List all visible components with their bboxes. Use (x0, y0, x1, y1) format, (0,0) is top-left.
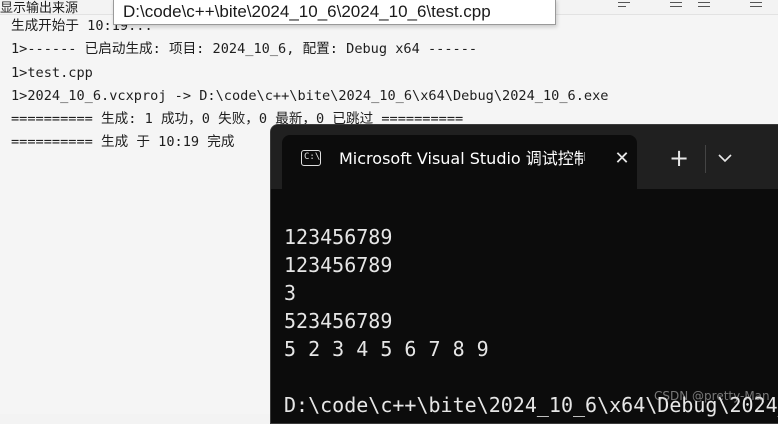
terminal-icon: C:\ (301, 150, 321, 166)
new-tab-button[interactable]: + (668, 146, 690, 170)
terminal-line: 523456789 (284, 309, 393, 333)
chevron-down-icon[interactable] (713, 147, 737, 169)
file-path-tooltip: D:\code\c++\bite\2024_10_6\2024_10_6\tes… (113, 0, 556, 25)
watermark: CSDN @pretty-Man (654, 389, 770, 403)
close-icon[interactable]: ✕ (612, 149, 632, 169)
output-line: 1>2024_10_6.vcxproj -> D:\code\c++\bite\… (11, 88, 609, 104)
terminal-titlebar: C:\ Microsoft Visual Studio 调试控制台 ✕ + (271, 125, 778, 189)
toggle-scroll-icon[interactable] (744, 0, 768, 12)
divider (705, 145, 706, 173)
debug-console-window: C:\ Microsoft Visual Studio 调试控制台 ✕ + 12… (270, 124, 778, 424)
align-left-icon[interactable] (612, 0, 636, 12)
terminal-line: 3 (284, 281, 297, 305)
tab-debug-console[interactable]: C:\ Microsoft Visual Studio 调试控制台 ✕ (282, 135, 637, 189)
clear-all-icon[interactable] (692, 0, 716, 12)
tooltip-text: D:\code\c++\bite\2024_10_6\2024_10_6\tes… (123, 2, 491, 21)
tab-title: Microsoft Visual Studio 调试控制台 (339, 149, 585, 168)
terminal-line: 5 2 3 4 5 6 7 8 9 (284, 337, 489, 361)
output-source-label: 显示输出来源 (0, 1, 79, 15)
terminal-line: 123456789 (284, 225, 393, 249)
output-line: 1>------ 已启动生成: 项目: 2024_10_6, 配置: Debug… (11, 41, 478, 57)
word-wrap-icon[interactable] (664, 0, 688, 12)
output-line: ========== 生成 于 10:19 完成 (11, 134, 235, 150)
output-line: 1>test.cpp (11, 65, 93, 81)
terminal-line: 123456789 (284, 253, 393, 277)
